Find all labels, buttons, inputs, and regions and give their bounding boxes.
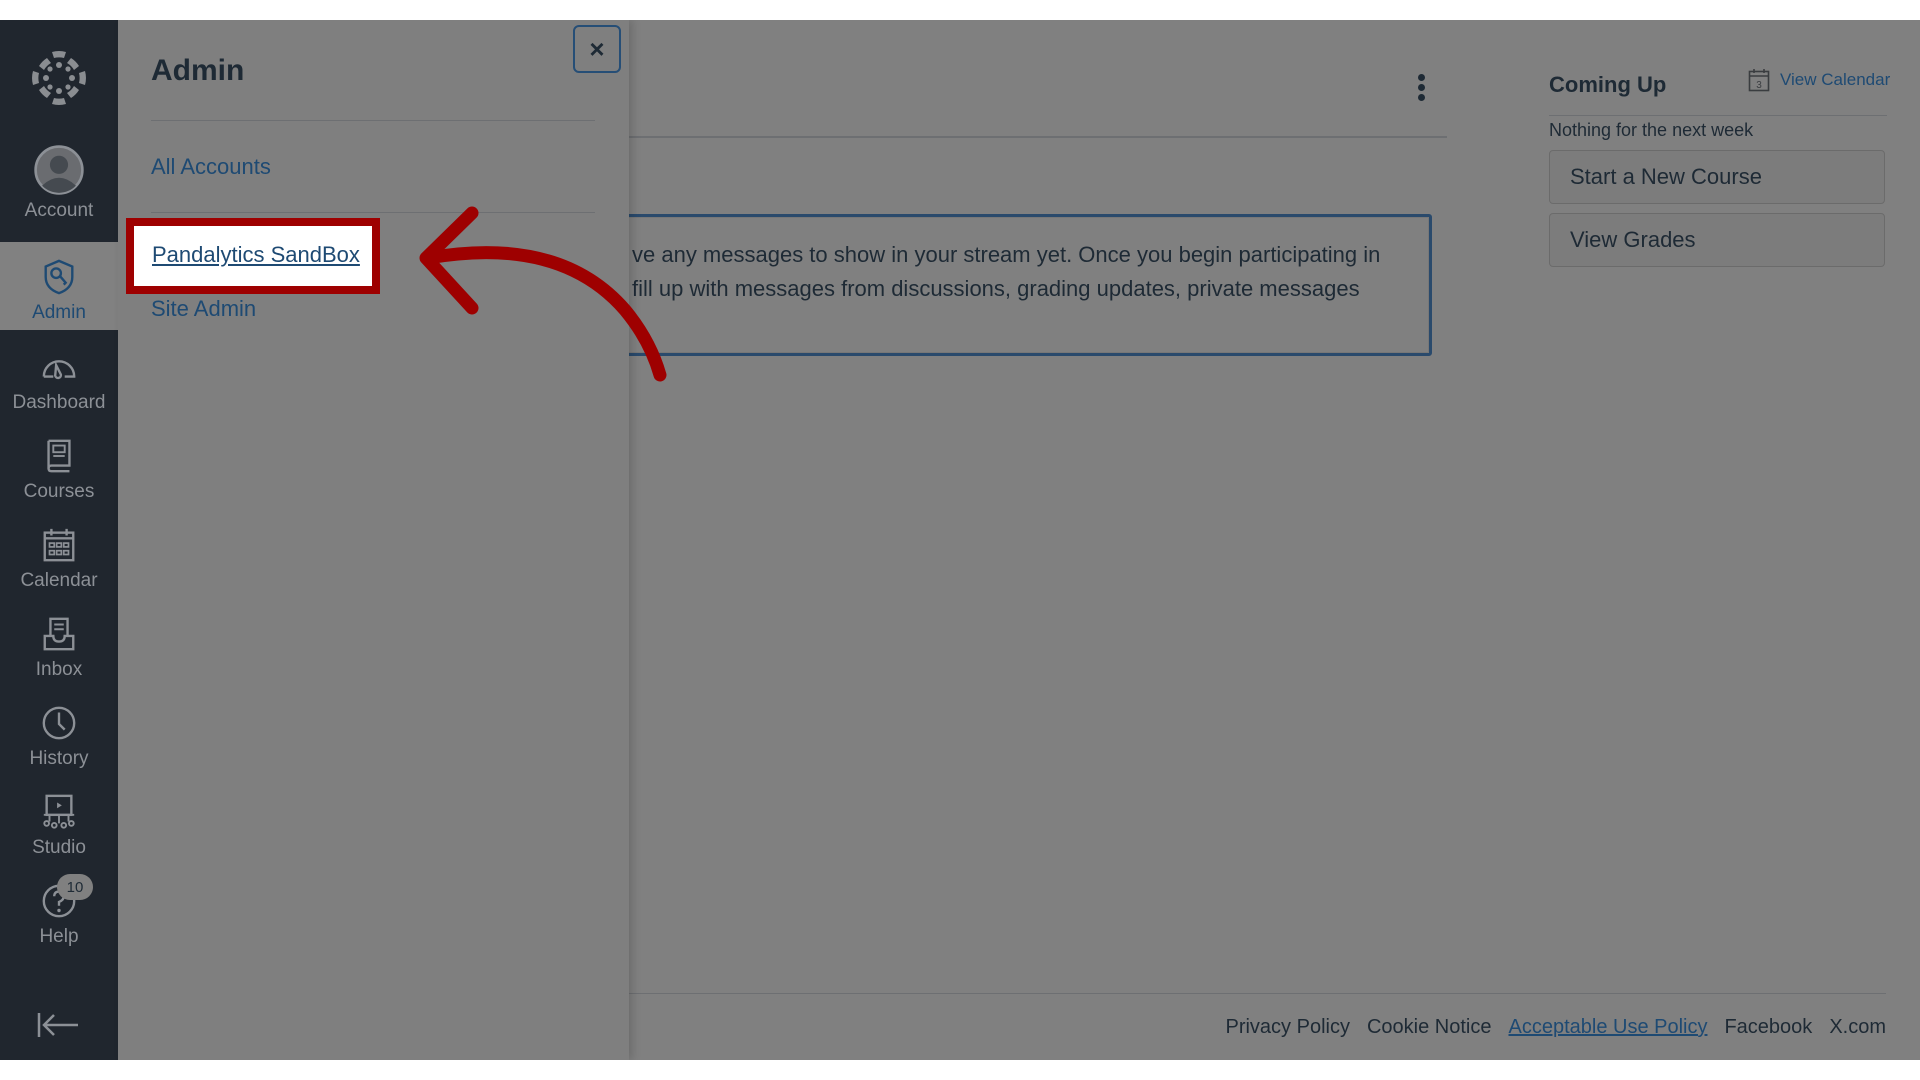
stream-empty-message: ve any messages to show in your stream y… <box>632 238 1412 306</box>
coming-up-title: Coming Up <box>1549 72 1667 97</box>
nav-help[interactable]: 10 Help <box>0 866 118 954</box>
stream-line-2: fill up with messages from discussions, … <box>632 276 1360 301</box>
nav-dashboard[interactable]: Dashboard <box>0 332 118 420</box>
options-kebab-icon[interactable] <box>1414 74 1428 110</box>
nav-dashboard-label: Dashboard <box>12 392 106 413</box>
nav-history-label: History <box>29 748 89 769</box>
start-new-course-button[interactable]: Start a New Course <box>1549 150 1885 204</box>
collapse-arrow-icon[interactable] <box>36 1010 80 1040</box>
nav-inbox[interactable]: Inbox <box>0 599 118 687</box>
annotation-highlight-box: Pandalytics SandBox <box>126 218 380 294</box>
admin-tray: Admin × All Accounts Site Admin <box>118 20 629 1060</box>
footer-privacy-policy[interactable]: Privacy Policy <box>1225 1016 1349 1039</box>
user-avatar-icon <box>34 145 84 195</box>
nav-help-label: Help <box>39 926 79 947</box>
calendar-day-icon: 3 <box>1748 69 1770 92</box>
calendar-icon <box>43 528 75 562</box>
footer-acceptable-use-policy[interactable]: Acceptable Use Policy <box>1508 1016 1707 1039</box>
footer-facebook[interactable]: Facebook <box>1724 1016 1812 1039</box>
global-nav: Account Admin Dashboard Courses Calendar… <box>0 20 118 1060</box>
nav-courses-label: Courses <box>23 481 95 502</box>
nav-history[interactable]: History <box>0 688 118 776</box>
nav-inbox-label: Inbox <box>35 659 83 680</box>
view-calendar-link[interactable]: 3 View Calendar <box>1748 68 1890 92</box>
all-accounts-link[interactable]: All Accounts <box>151 154 271 180</box>
pandalytics-sandbox-link[interactable]: Pandalytics SandBox <box>152 242 360 268</box>
footer-links: Privacy Policy Cookie Notice Acceptable … <box>1225 1016 1886 1039</box>
coming-up-empty-text: Nothing for the next week <box>1549 120 1754 140</box>
nav-courses[interactable]: Courses <box>0 421 118 509</box>
tray-divider <box>151 212 595 213</box>
nav-studio-label: Studio <box>32 837 86 858</box>
coming-up-divider <box>1549 115 1887 116</box>
nav-calendar[interactable]: Calendar <box>0 510 118 598</box>
inbox-icon <box>43 617 75 651</box>
admin-tray-title: Admin <box>151 54 245 87</box>
footer-cookie-notice[interactable]: Cookie Notice <box>1367 1016 1492 1039</box>
footer-divider <box>629 993 1886 994</box>
studio-icon <box>43 794 75 829</box>
book-icon <box>47 439 71 473</box>
close-icon: × <box>589 33 605 64</box>
nav-account-label: Account <box>24 200 94 221</box>
nav-admin[interactable]: Admin <box>0 242 118 330</box>
close-tray-button[interactable]: × <box>573 25 621 73</box>
nav-studio[interactable]: Studio <box>0 777 118 865</box>
canvas-logo-icon[interactable] <box>29 48 89 108</box>
shield-key-icon <box>44 259 74 295</box>
tray-divider <box>151 120 595 121</box>
view-grades-button[interactable]: View Grades <box>1549 213 1885 267</box>
stream-line-1: ve any messages to show in your stream y… <box>632 242 1381 267</box>
view-calendar-label: View Calendar <box>1780 70 1891 89</box>
site-admin-link[interactable]: Site Admin <box>151 296 256 322</box>
nav-calendar-label: Calendar <box>20 570 98 591</box>
footer-x-com[interactable]: X.com <box>1829 1016 1886 1039</box>
clock-icon <box>42 706 76 740</box>
speedometer-icon <box>42 360 76 380</box>
canvas-app: Account Admin Dashboard Courses Calendar… <box>0 20 1920 1060</box>
nav-admin-label: Admin <box>32 302 86 323</box>
help-badge: 10 <box>57 874 93 900</box>
calendar-day-number: 3 <box>1756 80 1762 91</box>
nav-account[interactable]: Account <box>0 140 118 228</box>
